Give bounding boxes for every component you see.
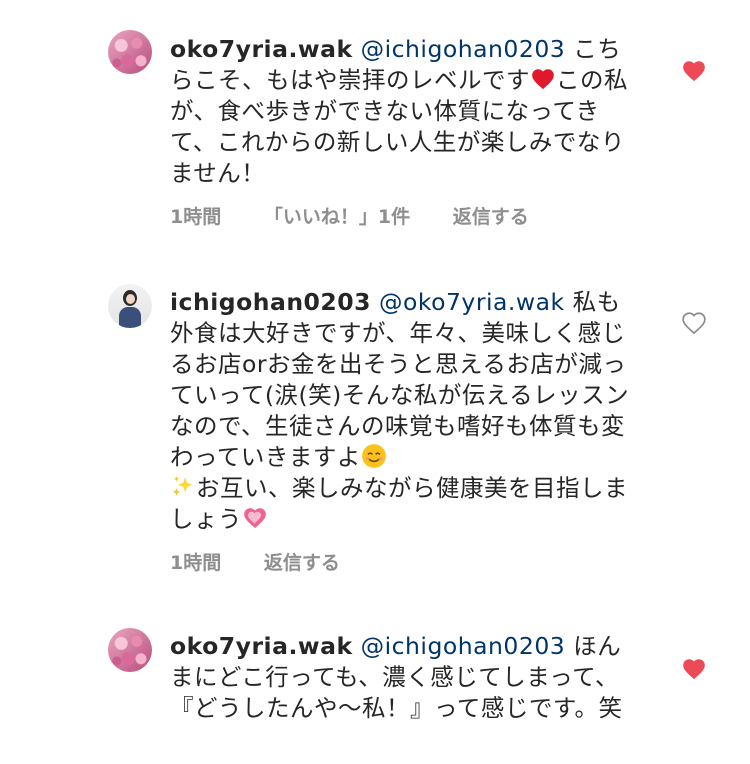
comment-time: 1時間 (170, 552, 222, 574)
comment-mention[interactable]: @ichigohan0203 (361, 632, 566, 660)
heart-emoji (532, 69, 554, 90)
growing-heart-emoji (244, 508, 266, 529)
likes-count[interactable]: 「いいね！」1件 (264, 206, 410, 228)
comment-mention[interactable]: @ichigohan0203 (361, 35, 566, 63)
comment-text: oko7yria.wak @ichigohan0203 ほんまにどこ行っても、濃… (170, 631, 640, 724)
comment-time: 1時間 (170, 206, 222, 228)
heart-filled-icon[interactable] (680, 656, 708, 682)
comment-username[interactable]: ichigohan0203 (170, 288, 371, 316)
comment-body-continued: お互い、楽しみながら健康美を目指しましょう (170, 474, 628, 533)
heart-filled-icon[interactable] (680, 58, 708, 84)
avatar[interactable] (108, 284, 152, 328)
comment-username[interactable]: oko7yria.wak (170, 632, 353, 660)
smiling-face-emoji (361, 444, 386, 468)
comment-username[interactable]: oko7yria.wak (170, 35, 353, 63)
avatar[interactable] (108, 628, 152, 672)
comment-meta: 1時間 返信する (170, 548, 376, 575)
comment-mention[interactable]: @oko7yria.wak (379, 288, 565, 316)
comment-text: ichigohan0203 @oko7yria.wak 私も外食は大好きですが、… (170, 287, 640, 535)
reply-button[interactable]: 返信する (264, 552, 340, 574)
comment-meta: 1時間 「いいね！」1件 返信する (170, 202, 565, 229)
heart-outline-icon[interactable] (680, 310, 708, 336)
avatar[interactable] (108, 30, 152, 74)
comment-text: oko7yria.wak @ichigohan0203 こちらこそ、もはや崇拝の… (170, 34, 640, 189)
sparkles-emoji (172, 476, 193, 496)
reply-button[interactable]: 返信する (453, 206, 529, 228)
